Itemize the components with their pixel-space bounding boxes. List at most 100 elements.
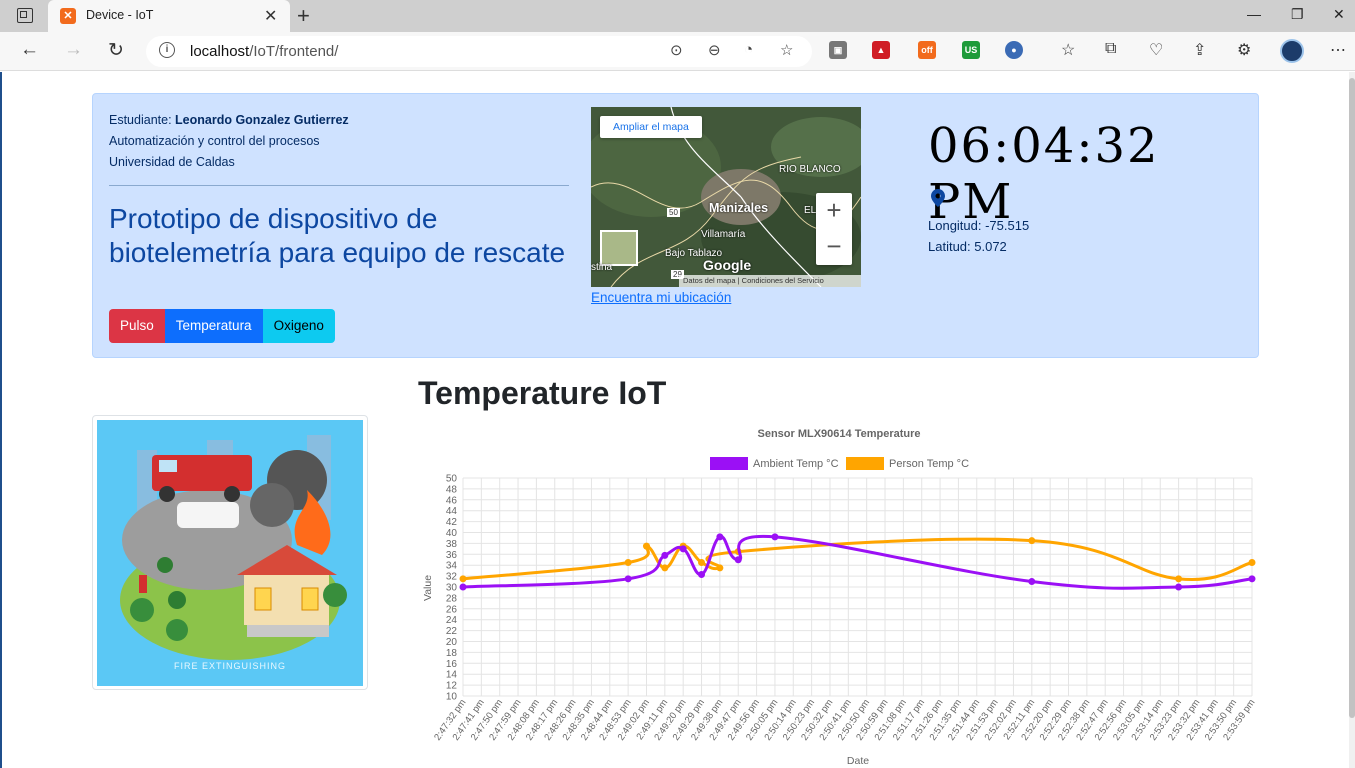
chart-title: Sensor MLX90614 Temperature [757, 428, 920, 440]
zoom-icon[interactable]: ⊖ [708, 41, 721, 59]
map-terms-link[interactable]: Condiciones del Servicio [742, 276, 824, 285]
profile-avatar[interactable] [1280, 39, 1304, 63]
y-tick-label: 14 [446, 670, 458, 681]
new-tab-icon[interactable]: + [297, 3, 310, 29]
legend-label: Person Temp °C [889, 458, 969, 470]
university-text: Universidad de Caldas [109, 155, 235, 169]
zoom-out-icon[interactable]: − [816, 229, 852, 265]
refresh-icon[interactable]: ↻ [108, 39, 124, 62]
extension-us-icon[interactable]: US [962, 41, 980, 59]
data-point [661, 564, 669, 572]
map-footer: Datos del mapa | Condiciones del Servici… [679, 275, 861, 287]
tracking-icon[interactable]: ◔ [744, 41, 753, 58]
y-axis-label: Value [422, 575, 434, 601]
y-tick-label: 16 [446, 659, 458, 670]
divider [109, 185, 569, 186]
xampp-favicon-icon: ✕ [60, 8, 76, 24]
latitude-text: Latitud: 5.072 [928, 239, 1007, 254]
data-point [459, 583, 467, 591]
student-info: Estudiante: Leonardo Gonzalez Gutierrez … [109, 110, 349, 173]
series-line [462, 537, 1253, 582]
map-data-link[interactable]: Datos del mapa [683, 276, 736, 285]
y-tick-label: 32 [446, 572, 458, 583]
data-point [624, 575, 632, 583]
enlarge-map-button[interactable]: Ampliar el mapa [600, 116, 702, 138]
student-label: Estudiante: [109, 113, 172, 127]
header-card: Estudiante: Leonardo Gonzalez Gutierrez … [92, 93, 1259, 358]
legend-swatch [710, 457, 748, 470]
forward-icon[interactable]: → [64, 39, 83, 61]
extensions-icon[interactable]: ⚙ [1237, 40, 1251, 60]
extension-icon[interactable]: ▣ [829, 41, 847, 59]
find-location-link[interactable]: Encuentra mi ubicación [591, 290, 731, 305]
site-info-icon[interactable]: i [159, 42, 175, 58]
legend-swatch [846, 457, 884, 470]
fire-scene-image [120, 435, 347, 660]
scrollbar-thumb[interactable] [1349, 78, 1355, 718]
extension-globe-icon[interactable]: ● [1005, 41, 1023, 59]
data-point [642, 542, 650, 550]
address-bar[interactable]: i localhost/IoT/frontend/ ⊙ ⊖ ◔ ☆ [146, 36, 812, 67]
extension-red-icon[interactable]: ▲ [872, 41, 890, 59]
add-favorite-icon[interactable]: ☆ [780, 41, 793, 59]
extension-off-icon[interactable]: off [918, 41, 936, 59]
y-tick-label: 40 [446, 528, 458, 539]
close-window-icon[interactable]: ✕ [1333, 6, 1345, 23]
google-map[interactable]: Ampliar el mapa RIO BLANCO Manizales EL … [591, 107, 861, 287]
data-point [1175, 575, 1183, 583]
y-tick-label: 30 [446, 583, 458, 594]
window-menu-icon[interactable] [17, 8, 33, 23]
data-point [661, 551, 669, 559]
temperature-button[interactable]: Temperatura [164, 309, 263, 343]
data-point [1175, 583, 1183, 591]
browser-tab-bar: ✕ Device - IoT ✕ + — ❐ ✕ [0, 0, 1355, 32]
oxygen-button[interactable]: Oxigeno [262, 309, 335, 343]
browser-tab[interactable]: ✕ Device - IoT ✕ [48, 0, 290, 32]
more-menu-icon[interactable]: ⋯ [1330, 40, 1346, 60]
student-name: Leonardo Gonzalez Gutierrez [175, 113, 349, 127]
data-point [679, 545, 687, 553]
data-point [624, 558, 632, 566]
y-tick-label: 38 [446, 539, 458, 550]
pulse-button[interactable]: Pulso [109, 309, 165, 343]
location-pin-icon [931, 189, 945, 207]
y-tick-label: 46 [446, 495, 458, 506]
map-label: Manizales [709, 201, 769, 215]
tab-close-icon[interactable]: ✕ [264, 6, 277, 26]
y-tick-label: 42 [446, 517, 458, 528]
page-title: Prototipo de dispositivo de biotelemetrí… [109, 203, 566, 268]
map-label: stina [591, 262, 613, 273]
y-tick-label: 48 [446, 484, 458, 495]
program-text: Automatización y control del procesos [109, 134, 320, 148]
share-icon[interactable]: ⇪ [1193, 40, 1206, 60]
y-tick-label: 22 [446, 626, 458, 637]
temperature-chart: 1012141618202224262830323436384042444648… [422, 428, 1257, 767]
x-axis-label: Date [847, 755, 869, 767]
minimize-icon[interactable]: — [1247, 6, 1261, 22]
favorites-icon[interactable]: ☆ [1061, 40, 1075, 60]
y-tick-label: 26 [446, 604, 458, 615]
zoom-in-icon[interactable]: + [816, 193, 852, 229]
data-point [734, 556, 742, 564]
data-point [459, 575, 467, 583]
data-point [1248, 575, 1256, 583]
collections-icon[interactable]: ⧉ [1105, 40, 1116, 58]
browser-essentials-icon[interactable]: ♡ [1149, 40, 1163, 60]
map-zoom-control: + − [816, 193, 852, 265]
back-icon[interactable]: ← [20, 39, 39, 61]
y-tick-label: 12 [446, 681, 458, 692]
data-point [1028, 578, 1036, 586]
data-point [771, 533, 779, 541]
longitude-text: Longitud: -75.515 [928, 218, 1030, 233]
y-tick-label: 28 [446, 593, 458, 604]
y-tick-label: 20 [446, 637, 458, 648]
legend-label: Ambient Temp °C [753, 458, 839, 470]
data-point [1028, 537, 1036, 545]
map-label: Villamaría [701, 229, 746, 240]
data-point [698, 558, 706, 566]
y-tick-label: 34 [446, 561, 458, 572]
road-marker: 50 [667, 208, 680, 217]
location-icon[interactable]: ⊙ [670, 41, 683, 59]
y-tick-label: 24 [446, 615, 458, 626]
maximize-icon[interactable]: ❐ [1291, 6, 1304, 23]
